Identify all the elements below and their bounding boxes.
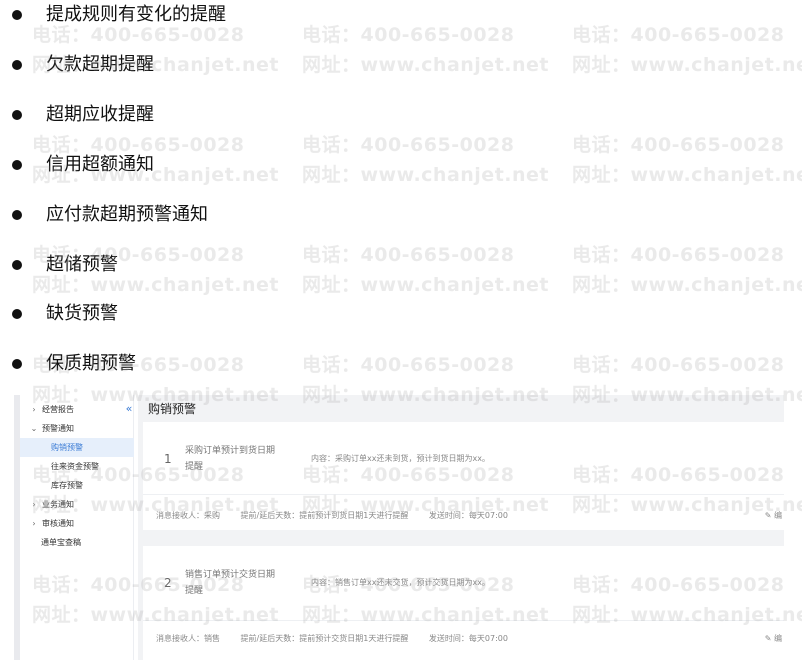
sidebar-item-label: 通单宝查稿 [41,538,81,547]
watermark-phone: 电话：400-665-0028 [302,354,515,376]
card-number: 1 [164,452,172,466]
watermark-site: 网址：www.chanjet.net [302,164,549,186]
list-item-label: 缺货预警 [46,303,118,324]
send-time-text: 发送时间：每天07:00 [428,511,508,520]
watermark-site: 网址：www.chanjet.net [572,164,802,186]
chevron-right-icon: › [32,519,36,528]
list-item-label: 保质期预警 [46,353,136,374]
bullet-icon [12,60,22,70]
bullet-icon [12,309,22,319]
list-item: 超期应收提醒 [12,100,154,130]
sidebar: › 经营报告 ⌄ 预警通知 购销预警 往来资金预警 库存预警 › 业务通知 › … [20,395,134,660]
card-content: 内容：采购订单xx还未到货，预计到货日期为xx。 [311,454,490,463]
sidebar-item-label: 库存预警 [51,481,83,490]
watermark-site: 网址：www.chanjet.net [302,54,549,76]
collapse-sidebar-icon[interactable]: « [122,402,136,416]
list-item: 保质期预警 [12,349,136,379]
send-time-text: 发送时间：每天07:00 [428,634,508,643]
card-title: 销售订单预计交货日期提醒 [185,570,276,596]
sidebar-item-label: 业务通知 [42,500,74,509]
receiver-text: 消息接收人：销售 [156,634,220,643]
bullet-icon [12,210,22,220]
sidebar-item-alert-notice[interactable]: ⌄ 预警通知 [20,419,134,438]
main-header: 购销预警 [138,395,784,422]
card-divider [143,620,784,621]
receiver-text: 消息接收人：采购 [156,511,220,520]
sidebar-item-business-notice[interactable]: › 业务通知 [20,495,134,514]
list-item: 超储预警 [12,250,118,280]
sidebar-item-label: 往来资金预警 [51,462,99,471]
sidebar-item-funds-alert[interactable]: 往来资金预警 [20,457,134,476]
list-item: 应付款超期预警通知 [12,200,208,230]
watermark-phone: 电话：400-665-0028 [302,24,515,46]
watermark-phone: 电话：400-665-0028 [302,134,515,156]
card-footer: 消息接收人：采购 提前/延后天数：提前预计到货日期1天进行提醒 发送时间：每天0… [156,510,526,521]
edit-icon[interactable]: ✎ 编 [765,633,782,644]
card-content: 内容：销售订单xx还未交货，预计交货日期为xx。 [311,578,490,587]
list-item: 提成规则有变化的提醒 [12,0,226,30]
embedded-screenshot: › 经营报告 ⌄ 预警通知 购销预警 往来资金预警 库存预警 › 业务通知 › … [14,395,784,660]
sidebar-item-inventory-alert[interactable]: 库存预警 [20,476,134,495]
sidebar-item-label: 预警通知 [42,424,74,433]
watermark-phone: 电话：400-665-0028 [572,24,785,46]
list-item-label: 提成规则有变化的提醒 [46,4,226,25]
bullet-icon [12,110,22,120]
sidebar-item-tongdanbao[interactable]: 通单宝查稿 [20,533,134,552]
sidebar-item-label: 审核通知 [42,519,74,528]
days-text: 提前/延后天数：提前预计到货日期1天进行提醒 [240,511,409,520]
chevron-right-icon: › [32,405,36,414]
list-item-label: 应付款超期预警通知 [46,204,208,225]
watermark-site: 网址：www.chanjet.net [572,54,802,76]
watermark-site: 网址：www.chanjet.net [302,274,549,296]
days-text: 提前/延后天数：提前预计交货日期1天进行提醒 [240,634,409,643]
sidebar-item-purchase-sales-alert[interactable]: 购销预警 [20,438,134,457]
edit-icon[interactable]: ✎ 编 [765,510,782,521]
sidebar-item-label: 经营报告 [42,405,74,414]
sidebar-item-business-report[interactable]: › 经营报告 [20,400,134,419]
sidebar-item-review-notice[interactable]: › 审核通知 [20,514,134,533]
bullet-icon [12,260,22,270]
list-item: 缺货预警 [12,299,118,329]
chevron-right-icon: › [32,500,36,509]
bullet-icon [12,10,22,20]
list-item-label: 超储预警 [46,254,118,275]
list-item: 信用超额通知 [12,150,154,180]
card-divider [143,494,784,495]
bullet-icon [12,160,22,170]
list-item-label: 欠款超期提醒 [46,54,154,75]
card-footer: 消息接收人：销售 提前/延后天数：提前预计交货日期1天进行提醒 发送时间：每天0… [156,633,526,644]
list-item: 欠款超期提醒 [12,50,154,80]
list-item-label: 信用超额通知 [46,154,154,175]
alert-card: 1 采购订单预计到货日期提醒 内容：采购订单xx还未到货，预计到货日期为xx。 … [143,422,784,530]
list-item-label: 超期应收提醒 [46,104,154,125]
sidebar-item-label: 购销预警 [51,443,83,452]
card-title: 采购订单预计到货日期提醒 [185,446,276,472]
chevron-down-icon: ⌄ [30,424,38,433]
card-number: 2 [164,576,172,590]
watermark-phone: 电话：400-665-0028 [572,244,785,266]
page-title: 购销预警 [148,402,197,416]
watermark-site: 网址：www.chanjet.net [572,274,802,296]
watermark-phone: 电话：400-665-0028 [572,354,785,376]
bullet-icon [12,359,22,369]
alert-card: 2 销售订单预计交货日期提醒 内容：销售订单xx还未交货，预计交货日期为xx。 … [143,546,784,660]
watermark-phone: 电话：400-665-0028 [302,244,515,266]
main-panel: 购销预警 1 采购订单预计到货日期提醒 内容：采购订单xx还未到货，预计到货日期… [138,395,784,660]
watermark-phone: 电话：400-665-0028 [572,134,785,156]
